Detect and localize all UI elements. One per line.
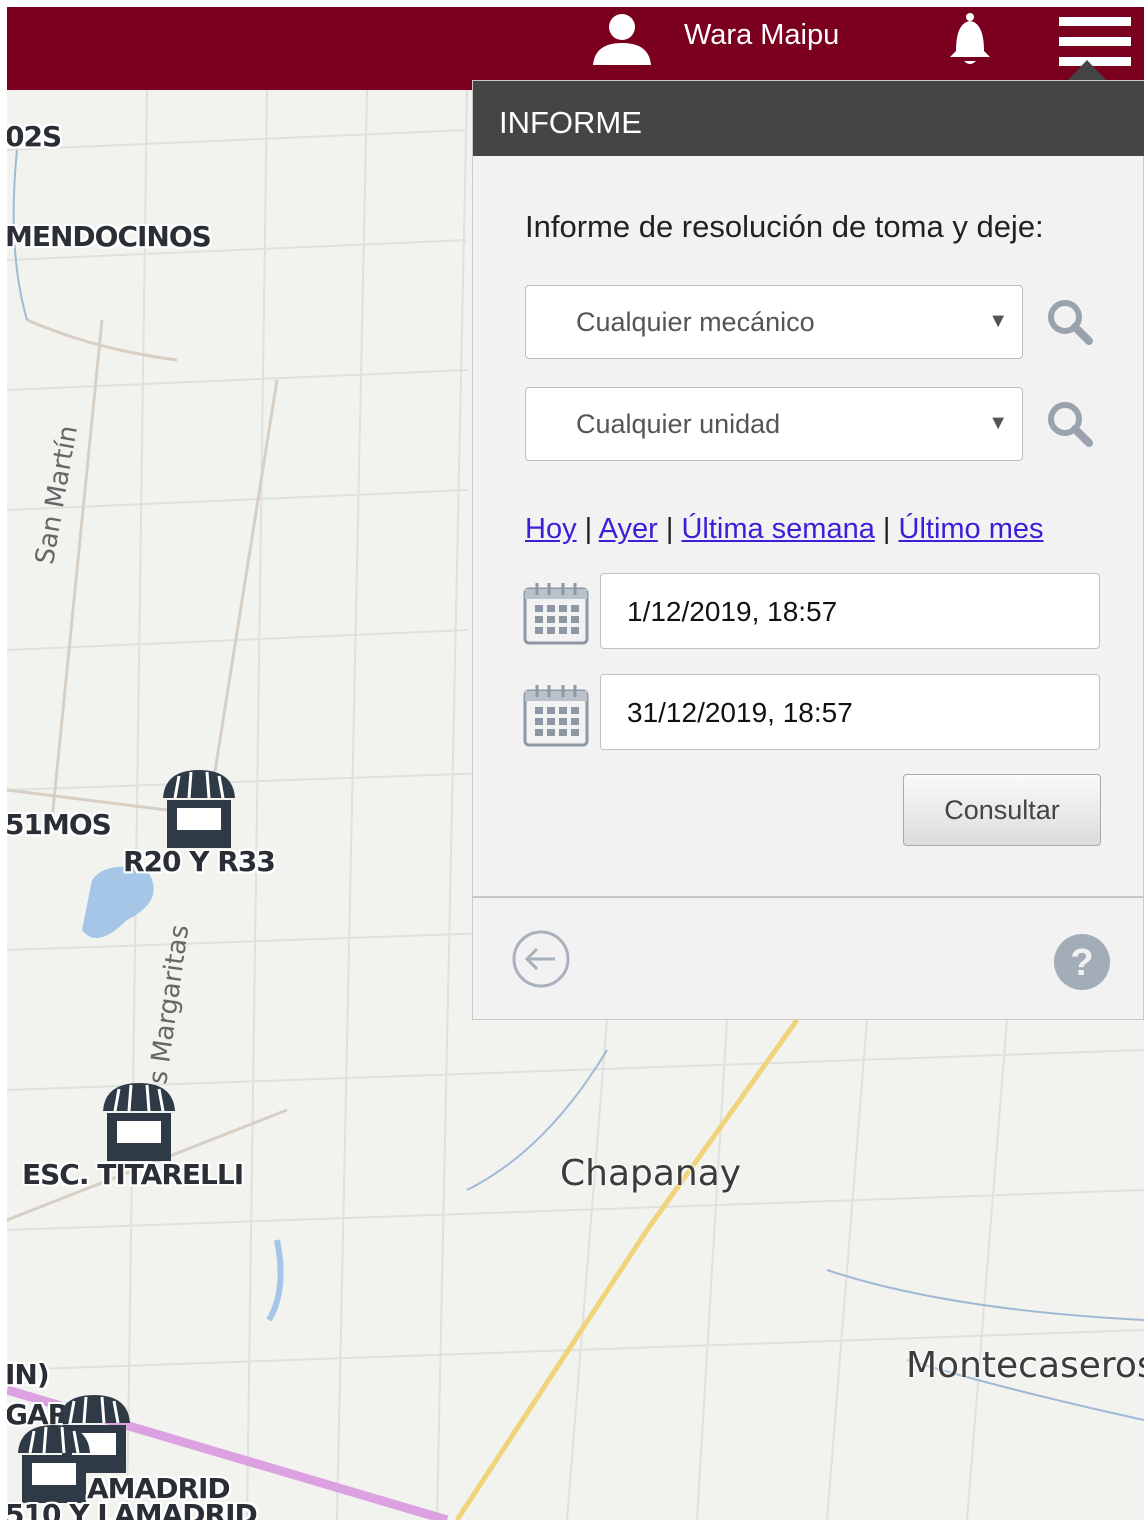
user-name[interactable]: Wara Maipu	[684, 19, 839, 52]
link-today[interactable]: Hoy	[525, 513, 577, 545]
report-panel: INFORME Informe de resolución de toma y …	[472, 80, 1144, 1020]
mechanic-select-value: Cualquier mecánico	[576, 307, 815, 337]
chevron-down-icon: ▼	[988, 310, 1008, 332]
calendar-icon[interactable]	[523, 581, 589, 650]
unit-select-value: Cualquier unidad	[576, 409, 781, 439]
consult-button-label: Consultar	[944, 795, 1060, 825]
store-marker-label: R20 Y R33	[123, 845, 276, 878]
chevron-down-icon: ▼	[988, 412, 1008, 434]
link-separator: |	[882, 513, 891, 545]
map-partial-label: 02S	[7, 120, 62, 153]
map-town-label: Montecaseros	[906, 1345, 1144, 1386]
panel-pointer	[1067, 60, 1107, 81]
quick-date-links: Hoy | Ayer | Última semana | Último mes	[525, 513, 1044, 546]
search-icon	[1048, 402, 1093, 447]
map-partial-label: IN)	[7, 1358, 50, 1391]
back-arrow-icon[interactable]	[511, 929, 571, 994]
date-to-value: 31/12/2019, 18:57	[627, 697, 853, 728]
search-icon	[1048, 300, 1093, 345]
svg-text:?: ?	[1070, 942, 1093, 984]
link-yesterday[interactable]: Ayer	[599, 513, 658, 545]
calendar-icon[interactable]	[523, 683, 589, 752]
date-from-input[interactable]: 1/12/2019, 18:57	[600, 573, 1100, 649]
report-title: Informe de resolución de toma y deje:	[525, 209, 1044, 244]
mechanic-select[interactable]: Cualquier mecánico ▼	[525, 285, 1023, 359]
top-bar: Wara Maipu	[7, 7, 1144, 90]
user-icon[interactable]	[591, 13, 653, 70]
date-from-value: 1/12/2019, 18:57	[627, 596, 838, 627]
date-to-input[interactable]: 31/12/2019, 18:57	[600, 674, 1100, 750]
consult-button[interactable]: Consultar	[903, 774, 1101, 846]
panel-divider	[473, 896, 1143, 898]
link-separator: |	[665, 513, 674, 545]
help-icon[interactable]: ?	[1053, 933, 1111, 996]
search-mechanic-button[interactable]	[1045, 297, 1095, 352]
panel-header: INFORME	[473, 81, 1144, 156]
map-partial-label: 51MOS	[7, 808, 112, 841]
link-separator: |	[584, 513, 593, 545]
unit-select[interactable]: Cualquier unidad ▼	[525, 387, 1023, 461]
link-last-week[interactable]: Última semana	[681, 513, 874, 545]
store-marker-label: ESC. TITARELLI	[22, 1158, 244, 1191]
map-town-label: Chapanay	[560, 1153, 742, 1194]
map-partial-label: MENDOCINOS	[7, 220, 212, 253]
map-partial-label: 510 Y LAMADRID	[7, 1498, 258, 1520]
search-unit-button[interactable]	[1045, 399, 1095, 454]
panel-title: INFORME	[499, 105, 642, 140]
bell-icon[interactable]	[942, 13, 998, 74]
link-last-month[interactable]: Último mes	[899, 513, 1044, 545]
